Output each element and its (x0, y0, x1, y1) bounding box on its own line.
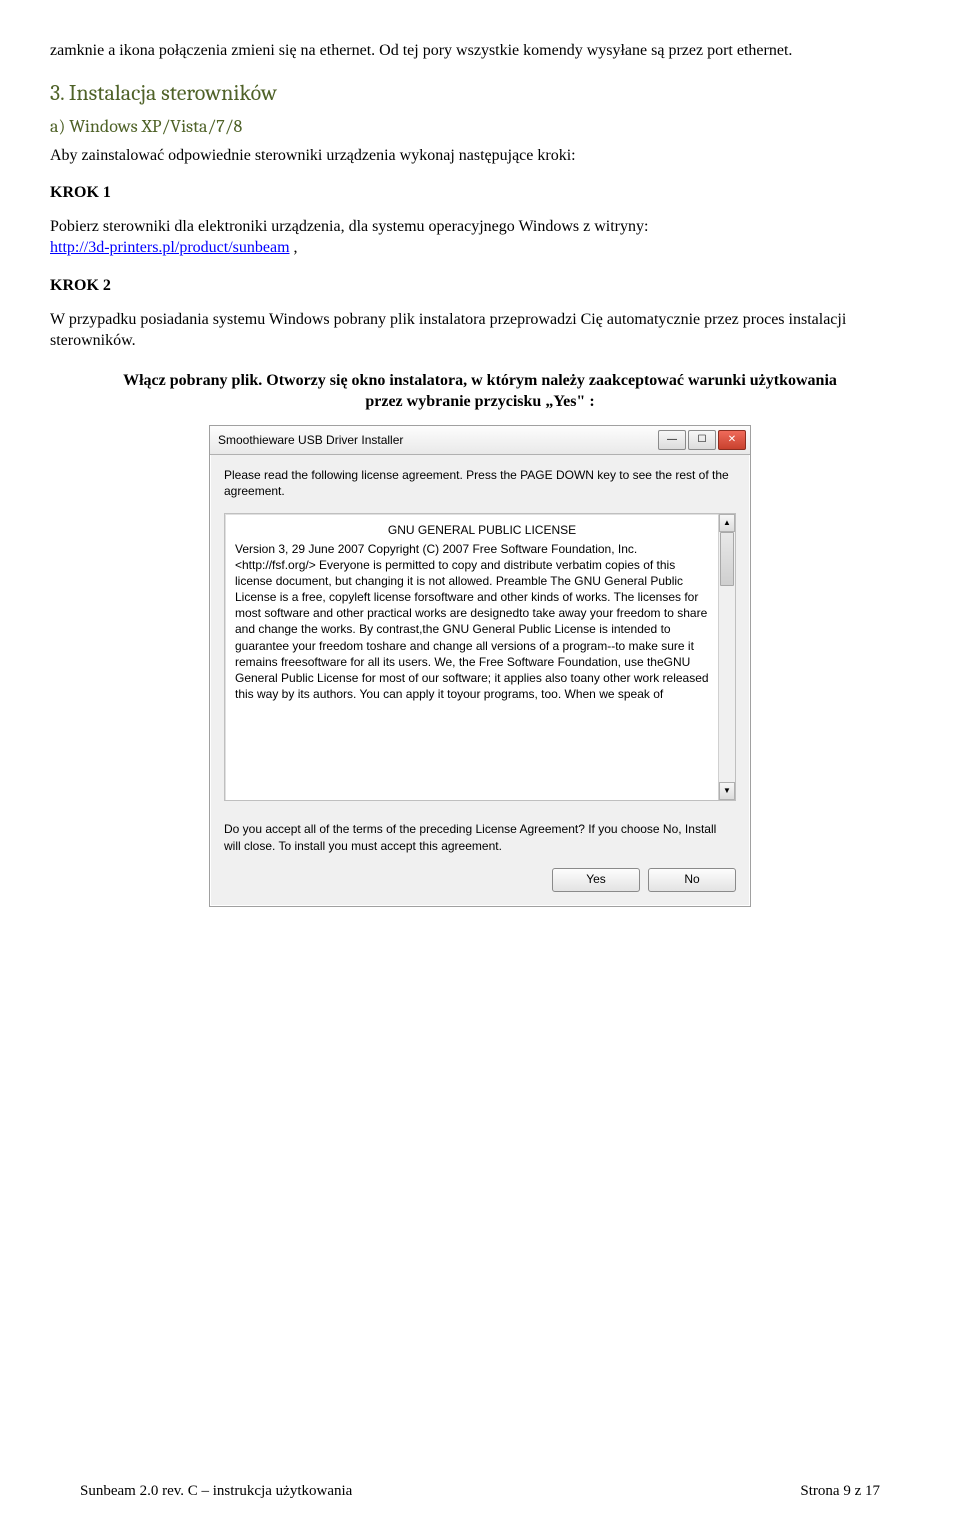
krok-1-label: KROK 1 (50, 182, 910, 204)
yes-button[interactable]: Yes (552, 868, 640, 892)
footer-left: Sunbeam 2.0 rev. C – instrukcja użytkowa… (80, 1483, 352, 1500)
license-textbox[interactable]: GNU GENERAL PUBLIC LICENSE Version 3, 29… (224, 513, 736, 801)
krok-1-body: Pobierz sterowniki dla elektroniki urząd… (50, 216, 910, 259)
close-button[interactable]: ✕ (718, 430, 746, 450)
minimize-button[interactable]: — (658, 430, 686, 450)
subheading-a-windows: a) Windows XP/Vista/7/8 (50, 116, 910, 137)
scroll-down-icon[interactable]: ▼ (719, 782, 735, 800)
instruction-bold: Włącz pobrany plik. Otworzy się okno ins… (110, 370, 850, 413)
scrollbar[interactable]: ▲ ▼ (718, 514, 735, 800)
download-link[interactable]: http://3d-printers.pl/product/sunbeam (50, 239, 290, 256)
no-button[interactable]: No (648, 868, 736, 892)
heading-3-instalacja: 3. Instalacja sterowników (50, 80, 910, 106)
scroll-thumb[interactable] (720, 532, 734, 586)
page-footer: Sunbeam 2.0 rev. C – instrukcja użytkowa… (0, 1483, 960, 1500)
license-body: Version 3, 29 June 2007 Copyright (C) 20… (235, 541, 729, 703)
footer-right: Strona 9 z 17 (800, 1483, 880, 1500)
dialog-instruction: Please read the following license agreem… (224, 467, 736, 499)
installer-dialog-screenshot: Smoothieware USB Driver Installer — ☐ ✕ … (50, 425, 910, 907)
dialog-title: Smoothieware USB Driver Installer (218, 433, 656, 447)
intro-text: zamknie a ikona połączenia zmieni się na… (50, 40, 910, 62)
installer-dialog: Smoothieware USB Driver Installer — ☐ ✕ … (209, 425, 751, 907)
krok-1-post: , (290, 239, 298, 256)
krok-2-label: KROK 2 (50, 275, 910, 297)
scroll-up-icon[interactable]: ▲ (719, 514, 735, 532)
krok-1-pre: Pobierz sterowniki dla elektroniki urząd… (50, 218, 648, 235)
accept-question: Do you accept all of the terms of the pr… (224, 821, 736, 853)
license-title: GNU GENERAL PUBLIC LICENSE (235, 522, 729, 538)
sub-a-line: Aby zainstalować odpowiednie sterowniki … (50, 145, 910, 167)
titlebar: Smoothieware USB Driver Installer — ☐ ✕ (210, 426, 750, 455)
krok-2-body: W przypadku posiadania systemu Windows p… (50, 309, 910, 352)
maximize-button[interactable]: ☐ (688, 430, 716, 450)
